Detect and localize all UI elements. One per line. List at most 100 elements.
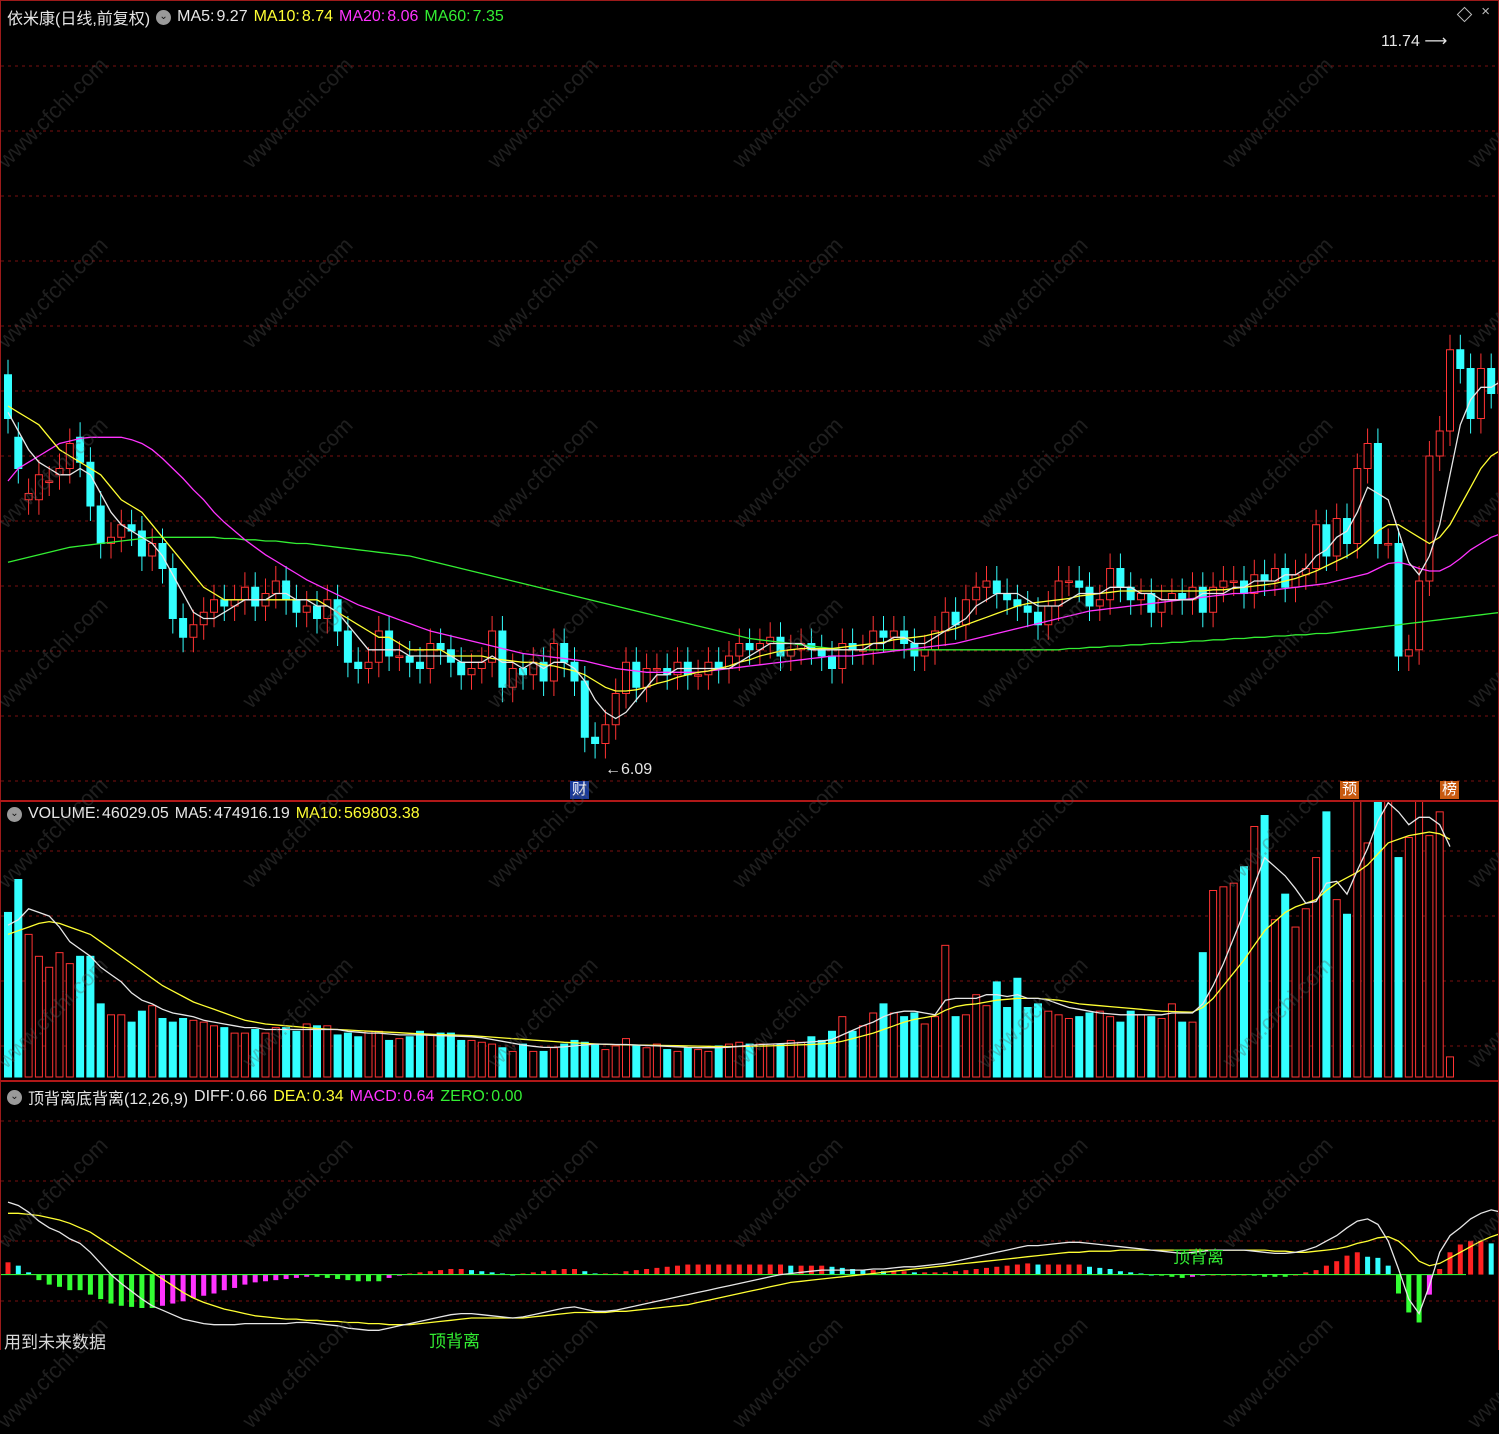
candle-body bbox=[982, 580, 991, 588]
candle-body bbox=[189, 624, 198, 638]
macd-label: MACD: bbox=[349, 1088, 402, 1105]
volume-bar bbox=[76, 955, 85, 1078]
volume-bar bbox=[292, 1030, 301, 1078]
volume-bar bbox=[755, 1043, 764, 1078]
panel-divider[interactable] bbox=[0, 800, 1499, 802]
volume-bar bbox=[4, 911, 12, 1078]
candle-body bbox=[694, 674, 703, 677]
macd-bar bbox=[335, 1274, 341, 1280]
volume-bar bbox=[1064, 1017, 1073, 1078]
macd-bar bbox=[654, 1267, 660, 1275]
volume-bar bbox=[323, 1025, 332, 1078]
chevron-down-icon[interactable]: ⌄ bbox=[7, 1089, 22, 1105]
candle-body bbox=[137, 530, 146, 557]
macd-bar bbox=[1076, 1264, 1082, 1275]
macd-bar bbox=[108, 1274, 114, 1304]
macd-bar bbox=[366, 1274, 371, 1282]
candle-body bbox=[292, 599, 301, 613]
tag-bang[interactable]: 榜 bbox=[1440, 781, 1460, 799]
volume-bar bbox=[457, 1039, 466, 1078]
volume-bar bbox=[498, 1047, 507, 1078]
macd-chart[interactable] bbox=[1, 1081, 1498, 1350]
macd-bar bbox=[283, 1274, 289, 1280]
macd-bar bbox=[180, 1274, 186, 1302]
macd-bar bbox=[67, 1274, 73, 1291]
chevron-down-icon[interactable]: ⌄ bbox=[7, 806, 22, 822]
candle-body bbox=[45, 480, 54, 483]
macd-bar bbox=[561, 1269, 567, 1275]
macd-bar bbox=[1478, 1241, 1484, 1275]
volume-bar bbox=[889, 1012, 898, 1078]
volume-bar bbox=[972, 994, 981, 1078]
macd-bar bbox=[963, 1270, 969, 1275]
volume-bar bbox=[652, 1043, 661, 1078]
close-icon[interactable]: × bbox=[1481, 3, 1490, 20]
macd-bar bbox=[57, 1274, 62, 1287]
footer-note: 用到未来数据 bbox=[4, 1333, 106, 1352]
volume-bar bbox=[45, 966, 54, 1078]
candle-body bbox=[1219, 580, 1228, 588]
macd-bar bbox=[1025, 1263, 1031, 1275]
macd-panel[interactable]: ⌄ 顶背离底背离(12,26,9) DIFF: 0.66 DEA: 0.34 MAC… bbox=[0, 1081, 1499, 1351]
candle-body bbox=[395, 655, 404, 658]
volume-bar bbox=[385, 1039, 394, 1078]
macd-bar bbox=[1097, 1267, 1103, 1275]
macd-bar bbox=[221, 1274, 227, 1291]
volume-bar bbox=[426, 1034, 435, 1078]
volume-value: 46029.05 bbox=[102, 805, 169, 822]
candle-body bbox=[1178, 593, 1187, 601]
volume-bar bbox=[1301, 908, 1310, 1078]
volume-bar bbox=[1085, 1012, 1094, 1078]
volume-bar bbox=[776, 1043, 785, 1078]
volume-bar bbox=[560, 1043, 569, 1078]
volume-bar bbox=[1240, 866, 1248, 1078]
volume-chart[interactable] bbox=[1, 801, 1498, 1081]
macd-bar bbox=[747, 1264, 753, 1275]
macd-bar bbox=[1385, 1265, 1391, 1275]
volume-bar bbox=[1178, 1021, 1187, 1078]
macd-bar bbox=[1066, 1264, 1072, 1275]
volume-bar bbox=[1137, 1014, 1145, 1078]
volume-bar bbox=[251, 1028, 260, 1078]
macd-bar bbox=[839, 1267, 845, 1275]
macd-bar bbox=[1004, 1265, 1010, 1275]
macd-bar bbox=[77, 1274, 83, 1291]
macd-bar bbox=[695, 1264, 701, 1275]
candle-body bbox=[416, 661, 424, 669]
volume-bar bbox=[683, 1047, 692, 1078]
tag-yu[interactable]: 预 bbox=[1340, 781, 1360, 799]
candle-body bbox=[240, 586, 249, 601]
volume-bar bbox=[797, 1041, 806, 1078]
macd-bar bbox=[1344, 1255, 1350, 1275]
candle-body bbox=[282, 580, 291, 601]
volume-bar bbox=[601, 1049, 610, 1078]
tag-cai[interactable]: 财 bbox=[570, 781, 590, 799]
candle-body bbox=[920, 649, 929, 657]
candle-body bbox=[611, 693, 620, 726]
candle-body bbox=[14, 436, 23, 469]
macd-bar bbox=[984, 1267, 989, 1275]
volume-bar bbox=[951, 1016, 960, 1078]
volume-panel[interactable]: ⌄ VOLUME: 46029.05 MA5: 474916.19 MA10: 569… bbox=[0, 801, 1499, 1081]
candle-body bbox=[941, 611, 950, 632]
volume-bar bbox=[333, 1034, 342, 1078]
volume-bar bbox=[817, 1039, 826, 1078]
price-panel[interactable]: 依米康(日线,前复权) ⌄ MA5: 9.27 MA10: 8.74 MA20: 8.… bbox=[0, 0, 1499, 801]
candle-body bbox=[992, 580, 1001, 594]
volume-bar bbox=[179, 1017, 188, 1078]
volume-bar bbox=[1394, 857, 1403, 1078]
indicator-name: 顶背离底背离(12,26,9) bbox=[28, 1091, 189, 1108]
candle-body bbox=[1415, 580, 1424, 651]
candle-body bbox=[251, 586, 260, 607]
candle-body bbox=[889, 630, 898, 638]
macd-bar bbox=[242, 1274, 248, 1285]
volume-bar bbox=[117, 1014, 126, 1078]
macd-bar bbox=[170, 1274, 176, 1304]
chevron-down-icon[interactable]: ⌄ bbox=[156, 9, 172, 25]
volume-bar bbox=[24, 933, 33, 1078]
price-chart[interactable] bbox=[1, 1, 1498, 800]
candle-body bbox=[1384, 543, 1393, 546]
volume-bar bbox=[931, 1016, 939, 1078]
macd-bar bbox=[36, 1274, 42, 1281]
candle-body bbox=[457, 661, 466, 676]
